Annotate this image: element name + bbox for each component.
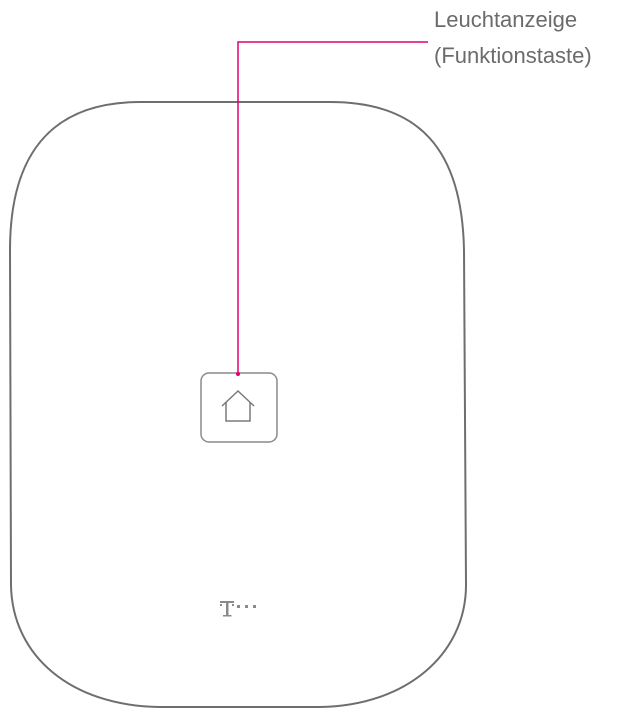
diagram-canvas (8, 41, 468, 708)
device-diagram: Leuchtanzeige (Funktionstaste) (0, 0, 626, 710)
callout-anchor-dot (236, 372, 240, 376)
callout-label-funktionstaste: (Funktionstaste) (434, 43, 592, 68)
function-button[interactable] (200, 372, 278, 443)
callout-label-leuchtanzeige: Leuchtanzeige (434, 7, 578, 32)
